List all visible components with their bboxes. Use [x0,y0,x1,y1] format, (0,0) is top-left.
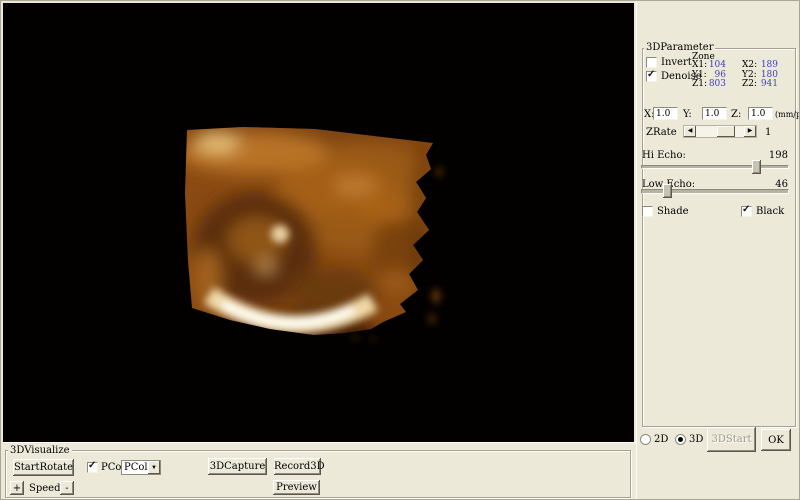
invert-checkbox[interactable] [646,57,657,68]
mode-3d-label: 3D [689,435,703,445]
black-checkbox[interactable]: ✓ [741,206,752,217]
check-icon: ✓ [742,204,750,215]
mode-2d-radio[interactable] [640,434,651,445]
preview-button[interactable]: Preview [273,480,320,495]
visualize-group-title: 3DVisualize [8,445,72,456]
hi-echo-label: Hi Echo: [642,151,686,161]
zrate-right-arrow-icon[interactable]: ▶ [744,126,756,137]
zone-z2-value: 941 [758,80,778,90]
ultrasound-render [3,3,634,442]
parameter-panel: 3DParameter Invert ✓ Denoise Zone X1: 10… [636,1,800,500]
zone-z1-value: 803 [708,80,726,90]
3dcapture-button[interactable]: 3DCapture [208,458,267,475]
zrate-label: ZRate [646,128,677,138]
speed-plus-button[interactable]: + [10,481,24,495]
check-icon: ✓ [647,69,655,80]
zrate-scrollbar-thumb[interactable] [717,126,735,137]
zone-z1-label: Z1: [692,80,708,90]
scale-y-label: Y: [683,110,692,120]
scale-z-input[interactable] [748,107,773,120]
zrate-scrollbar[interactable]: ◀ ▶ [683,125,757,138]
pcolor-checkbox[interactable]: ✓ [87,462,98,473]
scale-z-label: Z: [731,110,741,120]
ok-button[interactable]: OK [761,429,791,451]
3dstart-button[interactable]: 3DStart [707,427,756,452]
3d-viewport[interactable] [3,3,634,442]
hi-echo-slider[interactable] [641,165,789,169]
hi-echo-slider-thumb[interactable] [752,160,761,174]
pcolor-dropdown[interactable]: PColor ▼ [121,460,161,475]
zone-row-z: Z1: 803 Z2: 941 [692,80,778,90]
hi-echo-value: 198 [766,151,788,161]
zone-table: X1: 104 X2: 189 Y1: 96 Y2: 180 Z1: 803 Z… [692,61,778,90]
visualize-panel: 3DVisualize StartRotate + Speed - ✓ PCol… [3,442,636,500]
speed-label: Speed [29,484,61,494]
dropdown-arrow-icon[interactable]: ▼ [148,461,160,474]
denoise-checkbox[interactable]: ✓ [646,71,657,82]
record3d-button[interactable]: Record3D [274,458,321,475]
scale-x-input[interactable] [653,107,678,120]
mode-3d-radio[interactable] [675,434,686,445]
low-echo-slider[interactable] [641,189,789,194]
zrate-left-arrow-icon[interactable]: ◀ [684,126,696,137]
app-window: 3DParameter Invert ✓ Denoise Zone X1: 10… [0,0,800,500]
shade-checkbox[interactable] [642,206,653,217]
shade-label: Shade [657,207,689,217]
check-icon: ✓ [88,460,96,471]
scale-unit-label: (mm/p) [775,110,800,120]
zone-z2-label: Z2: [742,80,758,90]
radio-dot-icon [678,437,683,442]
start-rotate-button[interactable]: StartRotate [13,459,74,476]
invert-label: Invert [661,58,692,68]
scale-y-input[interactable] [702,107,727,120]
low-echo-slider-thumb[interactable] [663,184,672,198]
mode-2d-label: 2D [654,435,668,445]
speed-minus-button[interactable]: - [60,481,74,495]
zrate-value: 1 [765,128,771,138]
black-label: Black [756,207,784,217]
parameter-groupbox [642,48,796,427]
